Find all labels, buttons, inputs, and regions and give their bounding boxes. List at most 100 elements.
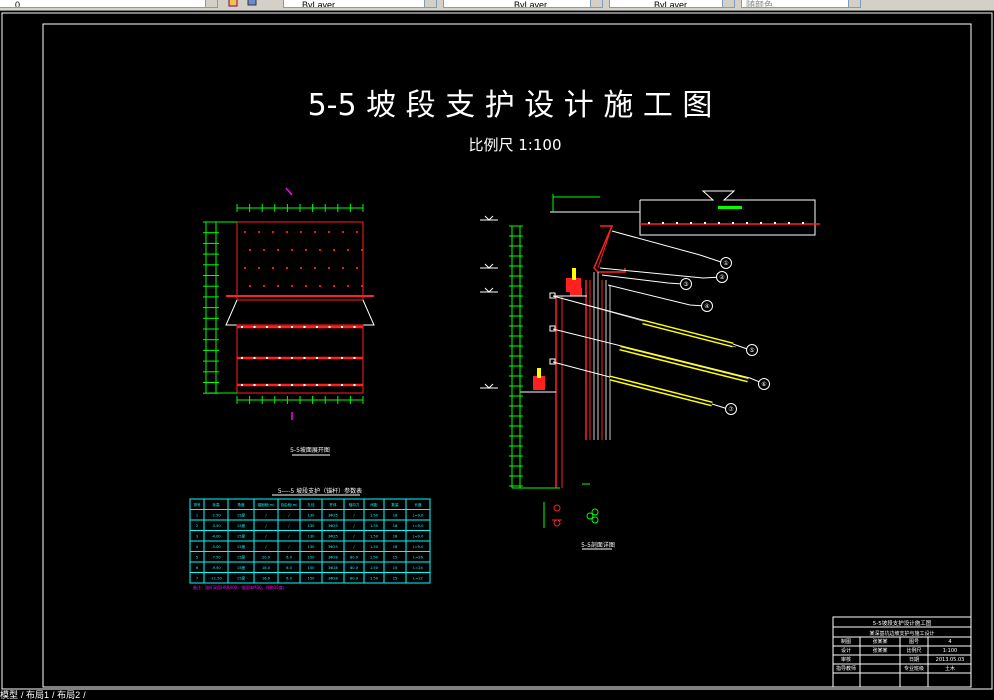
table-cell: 18 — [393, 545, 398, 549]
anchor-head-detail-box — [639, 190, 816, 236]
table-cell: 18 — [393, 524, 398, 528]
table-cell: 自由段(m) — [280, 502, 298, 507]
table-cell: / — [265, 524, 267, 528]
plotstyle-value: 随颜色 — [746, 0, 774, 8]
callout-marker: ② — [716, 271, 728, 283]
table-cell: L=9.0 — [413, 514, 424, 518]
table-cell: / — [288, 524, 290, 528]
title-block-cell: 图号 — [909, 639, 919, 645]
linetype-value: ByLayer — [514, 0, 548, 8]
table-cell: -3.50 — [211, 524, 221, 528]
title-block-cell: 专业班级 — [904, 665, 924, 672]
table-cell: 3Φ25 — [328, 535, 338, 539]
callout-marker: ⑦ — [725, 403, 737, 415]
table-cell: 角度 — [237, 502, 245, 507]
svg-text:⑥: ⑥ — [761, 381, 766, 388]
layer-value: 0 — [15, 0, 21, 8]
table-cell: 3Φ28 — [328, 566, 338, 570]
table-cell: 3Φ28 — [328, 577, 338, 581]
title-block-cell: 日期 — [909, 657, 919, 663]
table-cell: 1.50 — [370, 577, 379, 581]
color-dropdown[interactable]: ByLayer — [283, 0, 437, 8]
table-cell: 15度 — [237, 565, 246, 570]
chevron-down-icon[interactable] — [590, 0, 602, 7]
table-cell: 18 — [393, 514, 398, 518]
table-cell: 排号 — [193, 502, 201, 507]
svg-text:②: ② — [719, 274, 725, 281]
table-cell: 130 — [308, 535, 316, 539]
tab-layout2[interactable]: 布局2 — [57, 690, 80, 700]
table-cell: 80.0 — [350, 556, 359, 560]
callout-marker: ⑤ — [746, 344, 758, 356]
table-cell: / — [265, 545, 267, 549]
table-cell: 15度 — [237, 513, 246, 518]
table-cell: 15度 — [237, 534, 246, 539]
linetype-dropdown[interactable]: ByLayer — [443, 0, 603, 8]
table-cell: 5 — [196, 556, 198, 560]
table-cell: 轴向力 — [349, 502, 360, 507]
table-cell: 间距 — [370, 502, 378, 507]
table-cell: 锚固段(m) — [257, 502, 275, 507]
table-cell: 2 — [196, 524, 198, 528]
drawing-canvas[interactable]: 5-5 坡 段 支 护 设 计 施 工 图 比例尺 1:100 5-5坡面展开图 — [0, 10, 994, 700]
table-cell: 6.0 — [286, 556, 292, 560]
svg-text:⑤: ⑤ — [749, 347, 754, 354]
tab-layout1[interactable]: 布局1 — [26, 690, 49, 700]
title-block-cell: 土木 — [945, 665, 955, 672]
title-block-cell: 比例尺 — [906, 647, 921, 654]
title-block-cell: 1:100 — [943, 648, 957, 654]
table-cell: 130 — [308, 524, 316, 528]
plotstyle-dropdown[interactable]: 随颜色 — [741, 0, 861, 8]
elevation-view-label: 5-5坡面展开图 — [290, 446, 330, 454]
table-cell: 3Φ28 — [328, 556, 338, 560]
title-block-cell: 审核 — [841, 656, 851, 663]
table-cell: L=9.0 — [413, 535, 424, 539]
color-value: ByLayer — [302, 0, 336, 8]
table-cell: / — [288, 545, 290, 549]
table-cell: 15度 — [237, 544, 246, 549]
table-cell: 3 — [196, 535, 198, 539]
table-cell: 6 — [196, 566, 199, 570]
layer-dropdown[interactable]: 0 — [0, 0, 218, 8]
title-block-cell: 2013.05.03 — [936, 657, 965, 663]
table-cell: 1 — [196, 514, 198, 518]
table-cell: 130 — [308, 514, 316, 518]
title-block-cell: 张某某 — [872, 638, 887, 645]
title-block-cell: 设计 — [841, 647, 851, 654]
svg-text:④: ④ — [704, 303, 709, 310]
title-block-cell: 张某某 — [872, 647, 887, 654]
table-cell: L=22 — [413, 577, 423, 581]
table-cell: / — [353, 535, 355, 539]
chevron-down-icon[interactable] — [848, 0, 860, 7]
table-cell: 1.50 — [370, 524, 379, 528]
table-cell: 长度 — [414, 502, 422, 507]
svg-text:①: ① — [723, 260, 728, 267]
table-cell: -5.00 — [211, 545, 221, 549]
svg-text:⑦: ⑦ — [728, 406, 734, 413]
table-cell: L=24 — [413, 566, 423, 570]
table-cell: 6.0 — [286, 566, 292, 570]
table-cell: 15 — [393, 556, 398, 560]
table-cell: -2.50 — [211, 514, 221, 518]
svg-text:③: ③ — [683, 281, 688, 288]
table-cell: -4.00 — [211, 535, 221, 539]
layer-state-icon[interactable] — [228, 0, 240, 8]
table-cell: 标高 — [212, 502, 220, 507]
layer-previous-icon[interactable] — [246, 0, 258, 8]
chevron-down-icon[interactable] — [205, 0, 217, 7]
chevron-down-icon[interactable] — [424, 0, 436, 7]
anchor-parameter-table: 5----5 坡段支护（锚杆）参数表 排号 标高 角度 锚固段(m) 自由段(m) 孔径 杆… — [189, 487, 431, 590]
table-cell: 18.0 — [262, 566, 271, 570]
lineweight-dropdown[interactable]: ByLayer — [609, 0, 735, 8]
title-block-cell: 指导教师 — [836, 665, 856, 672]
drawing-scale: 比例尺 1:100 — [469, 136, 562, 154]
callout-marker: ③ — [680, 278, 692, 290]
section-view: ① ② ③ ④ ⑤ ⑥ ⑦ 5-5剖面详图 — [480, 190, 820, 550]
table-cell: 1.50 — [370, 514, 379, 518]
table-cell: 1.50 — [370, 545, 379, 549]
title-block-cell: 制图 — [841, 638, 851, 645]
tab-model[interactable]: 模型 — [0, 690, 18, 700]
drawing-title: 5-5 坡 段 支 护 设 计 施 工 图 — [308, 88, 713, 123]
chevron-down-icon[interactable] — [722, 0, 734, 7]
table-cell: L=9.0 — [413, 524, 424, 528]
